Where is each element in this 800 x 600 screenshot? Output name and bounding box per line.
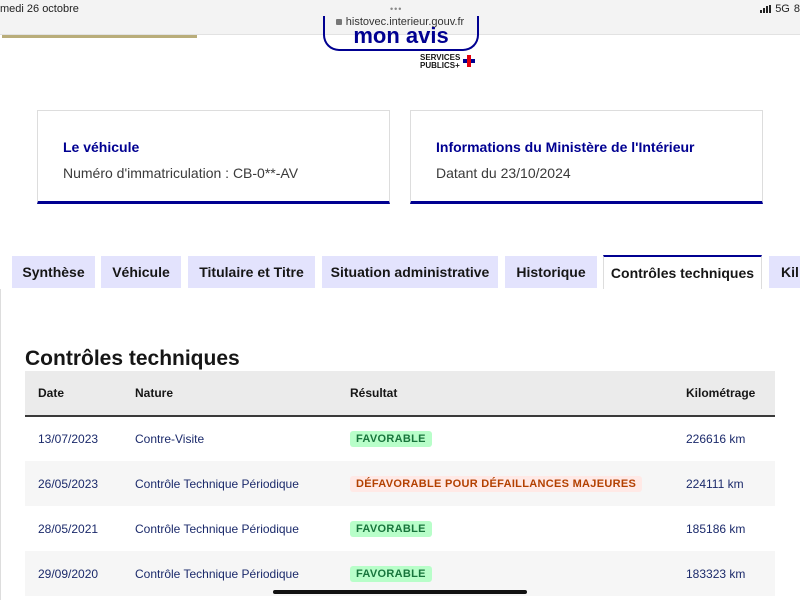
header-nature: Nature — [122, 371, 337, 417]
logo-text: mon avis — [353, 23, 449, 48]
services-line2: PUBLICS+ — [420, 61, 460, 70]
vehicle-registration: Numéro d'immatriculation : CB-0**-AV — [63, 165, 299, 181]
status-badge: FAVORABLE — [350, 431, 432, 447]
services-publics-icon — [463, 55, 475, 67]
signal-icon — [760, 5, 772, 13]
status-badge: FAVORABLE — [350, 565, 432, 582]
tab-titulaire-titre[interactable]: Titulaire et Titre — [188, 256, 315, 288]
row-date: 26/05/2023 — [25, 461, 122, 506]
row-nature: Contrôle Technique Périodique — [122, 461, 337, 506]
network-label: 5G — [775, 3, 790, 15]
table-header-row: Date Nature Résultat Kilométrage — [25, 371, 775, 417]
table-row: 28/05/2021 Contrôle Technique Périodique… — [25, 506, 775, 551]
services-publics-logo: SERVICES PUBLICS+ — [420, 54, 460, 70]
row-km: 226616 km — [686, 432, 746, 446]
mon-avis-logo[interactable]: mon avis — [323, 16, 479, 51]
status-badge: FAVORABLE — [350, 520, 432, 537]
page-load-bar — [2, 35, 197, 38]
status-date: medi 26 octobre — [0, 3, 79, 15]
tab-situation-administrative[interactable]: Situation administrative — [322, 256, 498, 288]
row-result: DÉFAVORABLE POUR DÉFAILLANCES MAJEURES — [337, 461, 673, 506]
row-date: 13/07/2023 — [38, 432, 99, 446]
status-badge: DÉFAVORABLE POUR DÉFAILLANCES MAJEURES — [350, 475, 643, 492]
vehicle-card-title: Le véhicule — [63, 139, 140, 155]
status-indicators: 5G 8 — [760, 3, 800, 15]
vehicle-card: Le véhicule Numéro d'immatriculation : C… — [37, 110, 390, 204]
more-dots-icon[interactable]: ••• — [390, 4, 402, 14]
table-row: 13/07/2023 Contre-Visite FAVORABLE 22661… — [25, 416, 775, 461]
tab-kilometrage[interactable]: Kil — [769, 256, 800, 288]
tab-bar: Synthèse Véhicule Titulaire et Titre Sit… — [0, 255, 800, 290]
row-nature: Contrôle Technique Périodique — [135, 521, 299, 536]
home-indicator[interactable] — [273, 590, 527, 594]
section-title: Contrôles techniques — [25, 347, 240, 370]
tab-vehicule[interactable]: Véhicule — [101, 256, 181, 288]
row-result: FAVORABLE — [337, 506, 673, 551]
row-nature: Contre-Visite — [135, 432, 205, 446]
header-km: Kilométrage — [673, 371, 775, 417]
row-result: FAVORABLE — [337, 416, 673, 461]
header-result: Résultat — [337, 371, 673, 417]
controles-table: Date Nature Résultat Kilométrage 13/07/2… — [25, 371, 775, 596]
table-row: 26/05/2023 Contrôle Technique Périodique… — [25, 461, 775, 506]
row-km: 185186 km — [686, 521, 746, 536]
tab-historique[interactable]: Historique — [505, 256, 597, 288]
ministry-card: Informations du Ministère de l'Intérieur… — [410, 110, 763, 204]
row-date: 28/05/2021 — [38, 521, 99, 536]
tab-controles-techniques[interactable]: Contrôles techniques — [603, 255, 762, 290]
battery-label: 8 — [793, 3, 800, 15]
ministry-date: Datant du 23/10/2024 — [436, 165, 571, 181]
ministry-card-title: Informations du Ministère de l'Intérieur — [436, 139, 695, 155]
header-date: Date — [25, 371, 122, 417]
row-date: 29/09/2020 — [25, 551, 122, 596]
row-km: 224111 km — [673, 461, 775, 506]
row-km: 183323 km — [673, 551, 775, 596]
tab-synthese[interactable]: Synthèse — [12, 256, 95, 288]
